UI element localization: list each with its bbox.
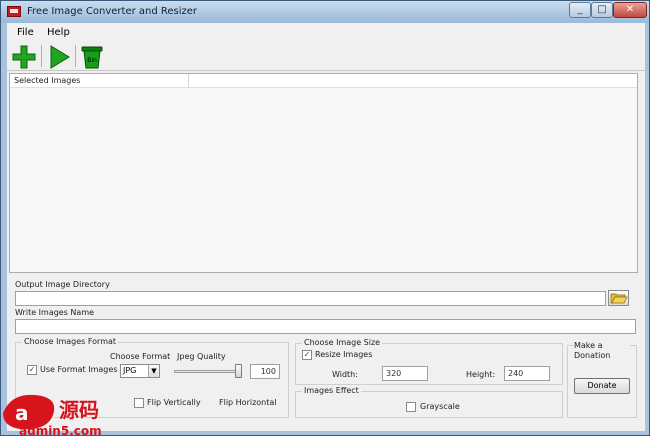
svg-text:5: 5	[35, 399, 50, 424]
chevron-down-icon[interactable]: ▼	[148, 365, 159, 377]
grayscale-label: Grayscale	[420, 402, 460, 411]
toolbar-separator	[75, 45, 76, 67]
quality-slider-thumb[interactable]	[235, 364, 242, 378]
grayscale-checkbox[interactable]	[406, 402, 416, 412]
client-area: File Help Bin Selected Images Output Ima…	[7, 23, 645, 431]
title-bar[interactable]: Free Image Converter and Resizer _ □ ✕	[1, 1, 649, 23]
jpeg-quality-label: Jpeg Quality	[177, 352, 226, 361]
effect-group: Images Effect Grayscale	[295, 386, 563, 418]
effect-group-title: Images Effect	[302, 386, 361, 395]
menu-bar: File Help	[7, 23, 645, 41]
donation-group: Make a Donation Donate	[567, 341, 637, 418]
window-title: Free Image Converter and Resizer	[27, 6, 198, 17]
width-label: Width:	[332, 370, 358, 379]
column-divider[interactable]	[188, 74, 189, 88]
write-name-label: Write Images Name	[15, 308, 95, 317]
app-icon	[7, 6, 21, 17]
donate-button[interactable]: Donate	[574, 378, 630, 394]
resize-checkbox[interactable]: ✓	[302, 350, 312, 360]
folder-open-icon	[610, 293, 628, 304]
height-input[interactable]: 240	[504, 366, 550, 381]
minimize-icon: _	[577, 4, 583, 15]
browse-folder-button[interactable]	[608, 290, 629, 306]
format-select-value: JPG	[123, 366, 137, 375]
column-selected-images[interactable]: Selected Images	[14, 76, 80, 85]
use-format-label: Use Format Images	[40, 365, 118, 374]
resize-label: Resize Images	[315, 350, 373, 359]
close-button[interactable]: ✕	[613, 2, 647, 18]
write-name-input[interactable]	[15, 319, 636, 334]
format-select[interactable]: JPG ▼	[120, 364, 160, 378]
app-window: Free Image Converter and Resizer _ □ ✕ F…	[0, 0, 650, 436]
maximize-icon: □	[597, 4, 607, 15]
check-icon: ✓	[303, 350, 311, 359]
output-directory-input[interactable]	[15, 291, 606, 306]
flip-horizontal-label: Flip Horizontal	[219, 398, 277, 407]
close-icon: ✕	[625, 4, 635, 15]
use-format-checkbox[interactable]: ✓	[27, 365, 37, 375]
list-header: Selected Images	[10, 74, 637, 88]
size-group-title: Choose Image Size	[302, 338, 383, 347]
menu-help[interactable]: Help	[47, 27, 70, 38]
bin-icon: Bin	[81, 46, 103, 69]
clear-list-button[interactable]: Bin	[79, 44, 105, 70]
watermark-logo: a 5 源码 admin5.com	[3, 394, 102, 436]
quality-input[interactable]: 100	[250, 364, 280, 379]
watermark-site: admin5.com	[19, 424, 102, 436]
output-directory-label: Output Image Directory	[15, 280, 110, 289]
menu-file[interactable]: File	[17, 27, 34, 38]
selected-images-list[interactable]: Selected Images	[9, 73, 638, 273]
choose-format-label: Choose Format	[110, 352, 171, 361]
format-group-title: Choose Images Format	[22, 337, 119, 346]
flip-vertical-checkbox[interactable]	[134, 398, 144, 408]
svg-text:a: a	[15, 401, 29, 425]
donation-title: Make a Donation	[574, 341, 630, 361]
check-icon: ✓	[28, 365, 36, 374]
toolbar: Bin	[7, 41, 645, 71]
height-label: Height:	[466, 370, 496, 379]
size-group: Choose Image Size ✓ Resize Images Width:…	[295, 338, 563, 385]
start-convert-button[interactable]	[47, 44, 73, 70]
quality-slider-track[interactable]	[174, 370, 242, 373]
flip-vertical-label: Flip Vertically	[147, 398, 201, 407]
plus-icon	[12, 45, 36, 69]
toolbar-separator	[41, 45, 42, 67]
play-icon	[50, 45, 70, 69]
add-images-button[interactable]	[11, 44, 37, 70]
maximize-button[interactable]: □	[591, 2, 613, 18]
svg-text:源码: 源码	[59, 398, 99, 422]
bin-label: Bin	[87, 57, 97, 64]
minimize-button[interactable]: _	[569, 2, 591, 18]
width-input[interactable]: 320	[382, 366, 428, 381]
site-watermark: a 5 源码 admin5.com	[1, 385, 133, 436]
